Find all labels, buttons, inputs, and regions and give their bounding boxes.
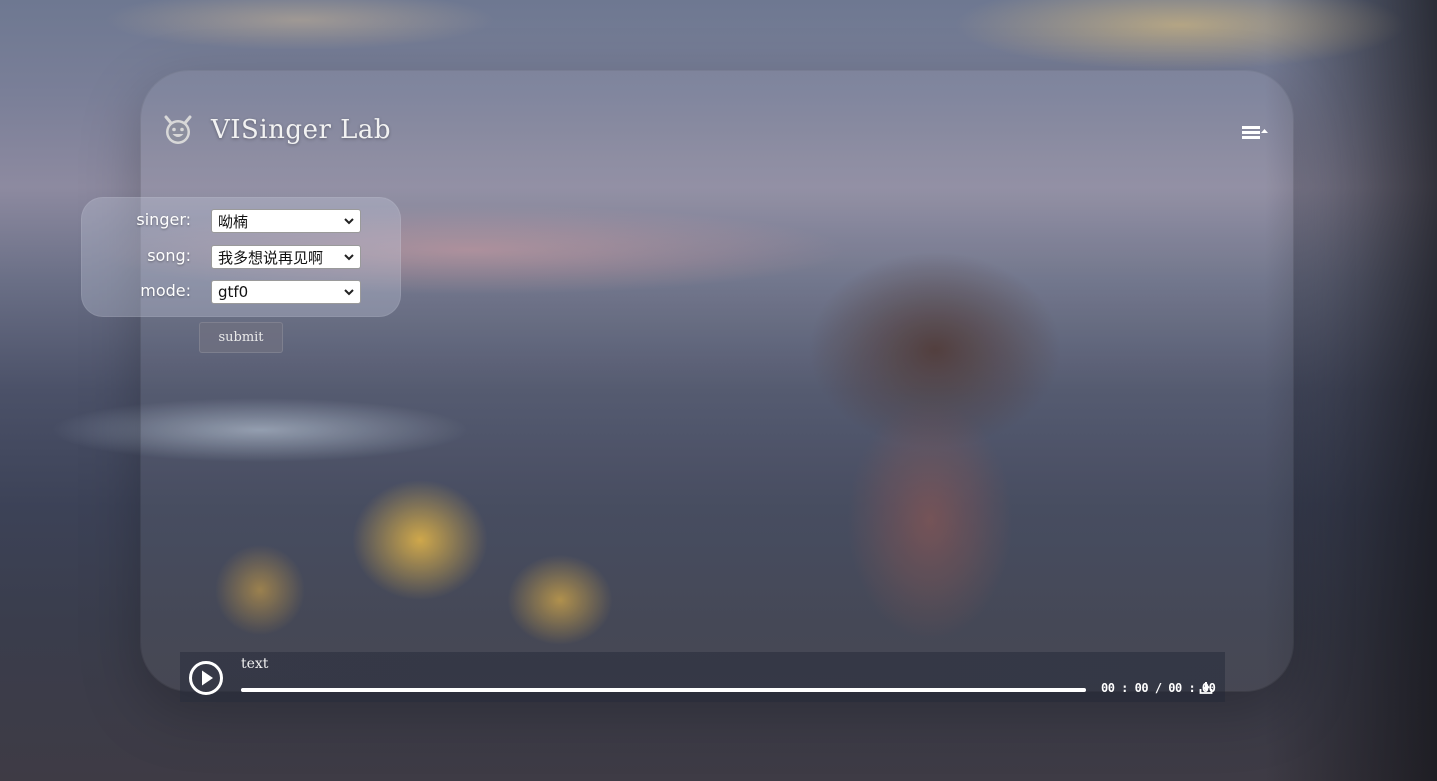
singer-label: singer:: [136, 210, 191, 229]
progress-bar[interactable]: [241, 688, 1086, 692]
mode-row: mode: gtf0: [81, 280, 401, 304]
singer-value: 呦楠: [218, 212, 249, 231]
singer-row: singer: 呦楠: [81, 209, 401, 233]
time-separator: /: [1154, 681, 1162, 695]
submit-button[interactable]: submit: [199, 322, 283, 353]
chevron-down-icon: [344, 289, 354, 296]
mode-select[interactable]: gtf0: [211, 280, 361, 304]
settings-form: singer: 呦楠 song: 我多想说再见啊 mode: gtf0: [81, 197, 401, 317]
menu-list-icon[interactable]: [1240, 123, 1272, 141]
download-icon[interactable]: [1199, 681, 1213, 695]
current-time: 00 : 00: [1101, 681, 1149, 695]
progress-fill: [241, 688, 1086, 692]
song-row: song: 我多想说再见啊: [81, 245, 401, 269]
smiling-devil-icon: [164, 115, 192, 144]
chevron-down-icon: [344, 254, 354, 261]
chevron-down-icon: [344, 218, 354, 225]
track-title: text: [241, 656, 269, 672]
mode-value: gtf0: [218, 283, 249, 301]
song-label: song:: [147, 246, 191, 265]
glass-panel: [141, 71, 1293, 691]
mode-label: mode:: [140, 281, 191, 300]
audio-player: [180, 652, 1225, 702]
app-title: VISinger Lab: [211, 115, 392, 145]
song-select[interactable]: 我多想说再见啊: [211, 245, 361, 269]
play-icon[interactable]: [188, 660, 224, 696]
singer-select[interactable]: 呦楠: [211, 209, 361, 233]
brand: VISinger Lab: [162, 112, 391, 148]
song-value: 我多想说再见啊: [218, 248, 324, 267]
